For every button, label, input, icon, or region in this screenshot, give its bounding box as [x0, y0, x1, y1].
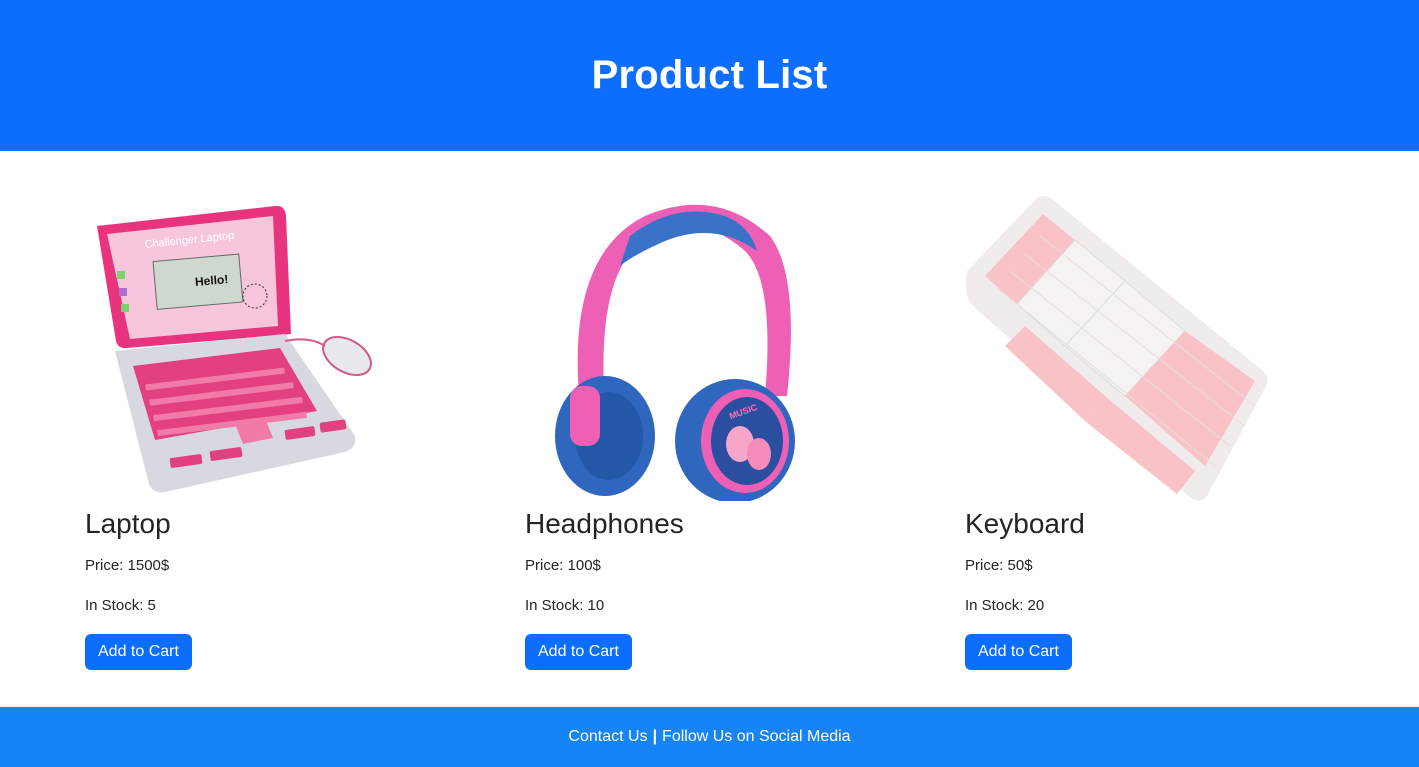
product-stock: In Stock: 5 [85, 597, 156, 614]
social-media-link[interactable]: Follow Us on Social Media [662, 728, 851, 746]
laptop-image: Challenger Laptop Hello! [85, 196, 395, 501]
page-header: Product List [0, 0, 1419, 151]
product-name: Laptop [85, 508, 171, 539]
keyboard-image [965, 195, 1275, 501]
product-name: Headphones [525, 508, 684, 539]
headphones-image: MUSIC [525, 196, 835, 503]
add-to-cart-button[interactable]: Add to Cart [965, 634, 1072, 670]
product-name: Keyboard [965, 508, 1085, 539]
product-card-laptop: Challenger Laptop Hello! Laptop Price: 1… [85, 196, 415, 670]
add-to-cart-button[interactable]: Add to Cart [85, 634, 192, 670]
page-title: Product List [591, 53, 828, 97]
svg-text:Hello!: Hello! [194, 272, 228, 289]
product-stock: In Stock: 10 [525, 597, 605, 614]
product-card-keyboard: Keyboard Price: 50$ In Stock: 20 Add to … [965, 195, 1295, 670]
footer-separator: | [652, 728, 658, 745]
add-to-cart-button[interactable]: Add to Cart [525, 634, 632, 670]
contact-us-link[interactable]: Contact Us [568, 728, 647, 746]
product-card-headphones: MUSIC Headphones Price: 100$ In Stock: 1… [525, 196, 855, 670]
product-price: Price: 50$ [965, 557, 1033, 574]
product-price: Price: 100$ [525, 557, 601, 574]
product-list: Challenger Laptop Hello! Laptop Price: 1… [0, 151, 1419, 707]
page-footer: Contact Us | Follow Us on Social Media [0, 707, 1419, 767]
product-stock: In Stock: 20 [965, 597, 1045, 614]
product-price: Price: 1500$ [85, 557, 170, 574]
